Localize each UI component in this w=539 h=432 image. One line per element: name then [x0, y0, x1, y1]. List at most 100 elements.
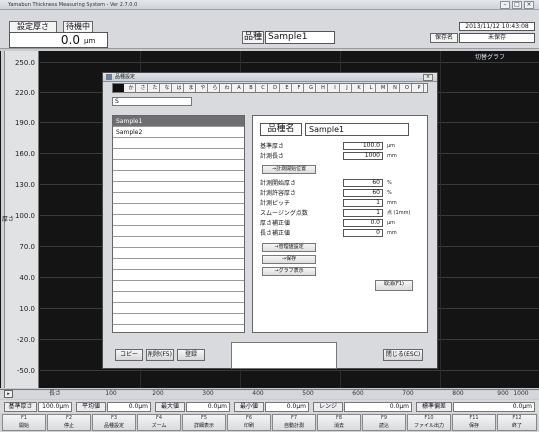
f1-button[interactable]: F1 開始 [2, 414, 46, 431]
product-field[interactable]: Sample1 [265, 31, 335, 44]
list-item[interactable] [113, 226, 244, 237]
fkey-label: 保存 [468, 423, 479, 429]
dialog-close-icon[interactable]: × [423, 74, 433, 81]
unit-label: mm [387, 230, 397, 236]
index-tab[interactable]: K [355, 84, 364, 92]
delete-button[interactable]: 削除(F5) [146, 349, 174, 361]
y-tick-label: 130.0 [14, 181, 35, 189]
list-item[interactable] [113, 193, 244, 204]
index-tab[interactable]: E [283, 84, 292, 92]
index-tab[interactable]: M [379, 84, 388, 92]
show-graph-button[interactable]: →グラフ表示 [262, 267, 316, 276]
copy-button[interactable]: コピー [115, 349, 143, 361]
index-tab[interactable]: N [391, 84, 400, 92]
list-item[interactable] [113, 270, 244, 281]
f12-button[interactable]: F12 終了 [497, 414, 537, 431]
list-item[interactable] [113, 303, 244, 314]
save-settings-button[interactable]: →保存 [262, 255, 316, 264]
index-tab[interactable]: J [343, 84, 352, 92]
graph-switch-link[interactable]: 切替グラフ [475, 52, 505, 61]
index-tab[interactable]: や [199, 84, 208, 92]
index-tab[interactable]: D [271, 84, 280, 92]
f9-button[interactable]: F9 読込 [362, 414, 406, 431]
y-tick-label: 220.0 [14, 89, 35, 97]
calc-start-position-button[interactable]: →計測開始位置 [262, 165, 316, 174]
y-tick-label: 160.0 [14, 150, 35, 158]
index-tab[interactable]: L [367, 84, 376, 92]
index-tab[interactable]: G [307, 84, 316, 92]
list-item[interactable] [113, 149, 244, 160]
f4-button[interactable]: F4 ズーム [137, 414, 181, 431]
index-tab[interactable]: ま [187, 84, 196, 92]
tolerance-thickness-input[interactable]: 60 [343, 189, 383, 197]
index-tab[interactable]: P [415, 84, 424, 92]
axis-toggle-icon[interactable]: ▸ [4, 390, 13, 398]
list-item-selected[interactable]: Sample1 [113, 116, 244, 127]
list-item[interactable] [113, 171, 244, 182]
close-icon[interactable]: × [524, 1, 534, 9]
reference-thickness-input[interactable]: 100.0 [343, 142, 383, 150]
index-tab[interactable]: H [319, 84, 328, 92]
list-item[interactable] [113, 292, 244, 303]
product-name-input[interactable]: Sample1 [305, 123, 409, 136]
cancel-button[interactable]: 取消(F1) [375, 280, 413, 291]
smoothing-input[interactable]: 1 [343, 209, 383, 217]
x-axis-title: 長さ [48, 390, 61, 397]
pitch-input[interactable]: 1 [343, 199, 383, 207]
index-tab[interactable]: F [295, 84, 304, 92]
index-tab[interactable]: か [127, 84, 136, 92]
list-item[interactable] [113, 204, 244, 215]
f11-button[interactable]: F11 保存 [452, 414, 496, 431]
thickness-offset-input[interactable]: 0.0 [343, 219, 383, 227]
y-tick-label: 100.0 [14, 212, 35, 220]
list-item[interactable] [113, 160, 244, 171]
search-input[interactable]: S [112, 97, 192, 106]
list-item[interactable] [113, 259, 244, 270]
list-item[interactable] [113, 215, 244, 226]
list-item[interactable] [113, 314, 244, 325]
measure-length-input[interactable]: 1000 [343, 152, 383, 160]
fkey-number: F2 [65, 415, 73, 421]
f2-button[interactable]: F2 停止 [47, 414, 91, 431]
index-tab[interactable]: A [235, 84, 244, 92]
maximize-icon[interactable]: □ [512, 1, 522, 9]
index-tab[interactable]: な [163, 84, 172, 92]
list-item[interactable] [113, 248, 244, 259]
register-button[interactable]: 登録 [177, 349, 205, 361]
list-item[interactable] [113, 281, 244, 292]
field-label: 基準厚さ [260, 143, 285, 150]
fkey-label: 開始 [18, 423, 29, 429]
f8-button[interactable]: F8 消去 [317, 414, 361, 431]
field-label: 計測長さ [260, 153, 285, 160]
index-tab[interactable]: O [403, 84, 412, 92]
memo-textarea[interactable] [231, 342, 337, 369]
index-tab[interactable]: さ [139, 84, 148, 92]
gridline [40, 370, 539, 371]
save-name-field[interactable]: 未保存 [459, 33, 535, 43]
list-item[interactable] [113, 237, 244, 248]
f7-button[interactable]: F7 自動計測 [272, 414, 316, 431]
f5-button[interactable]: F5 詳細表示 [182, 414, 226, 431]
f6-button[interactable]: F6 印刷 [227, 414, 271, 431]
index-tab[interactable]: B [247, 84, 256, 92]
index-tab[interactable]: は [175, 84, 184, 92]
stat-value: 0.0μm [265, 402, 309, 412]
list-item[interactable] [113, 182, 244, 193]
index-tab[interactable]: ら [211, 84, 220, 92]
index-tab[interactable]: た [151, 84, 160, 92]
minimize-icon[interactable]: – [500, 1, 510, 9]
list-item[interactable]: Sample2 [113, 127, 244, 138]
y-tick-label: -20.0 [16, 336, 35, 344]
f3-button[interactable]: F3 品種設定 [92, 414, 136, 431]
f10-button[interactable]: F10 ファイル出力 [407, 414, 451, 431]
fkey-label: 消去 [333, 423, 344, 429]
index-tab[interactable]: I [331, 84, 340, 92]
length-offset-input[interactable]: 0 [343, 229, 383, 237]
list-item[interactable] [113, 138, 244, 149]
rank-settings-button[interactable]: →管理値設定 [262, 243, 316, 252]
close-dialog-button[interactable]: 閉じる(ESC) [383, 349, 423, 361]
index-tab[interactable]: わ [223, 84, 232, 92]
product-list[interactable]: Sample1 Sample2 [112, 115, 245, 333]
start-thickness-input[interactable]: 60 [343, 179, 383, 187]
index-tab[interactable]: C [259, 84, 268, 92]
